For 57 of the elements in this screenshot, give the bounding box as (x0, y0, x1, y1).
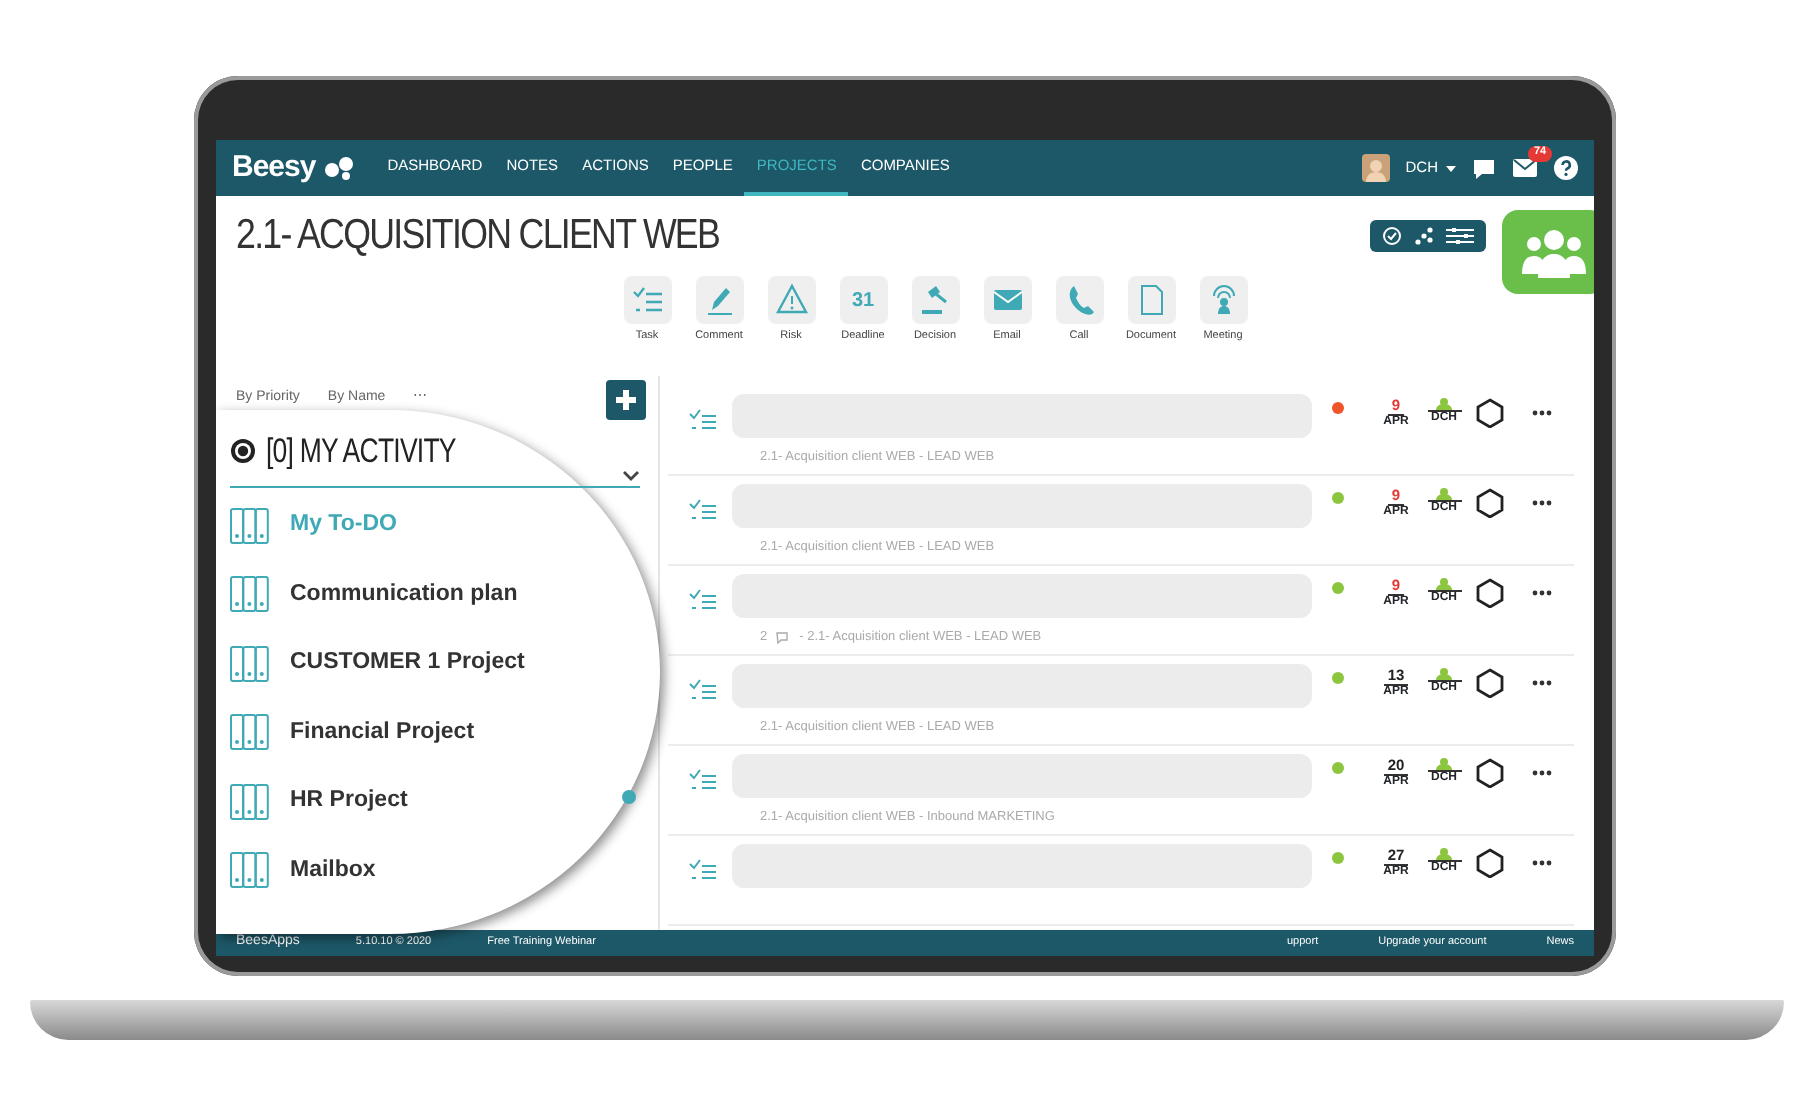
project-item[interactable]: Mailbox (230, 836, 640, 905)
checklist-icon (688, 586, 716, 610)
mail-icon[interactable] (1512, 158, 1538, 178)
more-icon[interactable] (1532, 410, 1552, 416)
more-icon[interactable] (1532, 500, 1552, 506)
activity-title: [0] MY ACTIVITY (266, 430, 456, 474)
checklist-icon (688, 856, 716, 880)
more-icon[interactable] (1532, 680, 1552, 686)
comments-icon (775, 631, 792, 644)
person-icon (1436, 668, 1452, 680)
project-item[interactable]: Financial Project (230, 698, 640, 767)
people-icon (1520, 226, 1588, 278)
hexagon-icon[interactable] (1476, 488, 1504, 518)
logo-text[interactable]: Beesy (232, 145, 316, 191)
binders-icon (230, 783, 270, 820)
hexagon-icon[interactable] (1476, 668, 1504, 698)
eye-icon (230, 438, 256, 465)
page-title: 2.1- ACQUISITION CLIENT WEB (236, 210, 720, 263)
binders-icon (230, 507, 270, 544)
checklist-icon (688, 676, 716, 700)
plus-icon (614, 388, 638, 412)
project-item[interactable]: HR Project (230, 767, 640, 836)
checklist-icon (688, 496, 716, 520)
person-icon (1436, 758, 1452, 770)
scatter-icon[interactable] (1414, 226, 1434, 246)
project-item[interactable]: CUSTOMER 1 Project (230, 629, 640, 698)
more-icon[interactable] (1532, 590, 1552, 596)
chevron-down-icon[interactable] (622, 469, 640, 482)
binders-icon (230, 576, 270, 613)
add-button[interactable] (606, 380, 646, 420)
avatar-icon (1361, 154, 1390, 182)
binders-icon (230, 852, 270, 889)
hexagon-icon[interactable] (1476, 578, 1504, 608)
person-icon (1436, 398, 1452, 410)
hexagon-icon[interactable] (1476, 758, 1504, 788)
status-dot-icon (622, 790, 636, 804)
gavel-icon (917, 282, 953, 318)
sliders-icon[interactable] (1446, 226, 1474, 246)
hexagon-icon[interactable] (1476, 848, 1504, 878)
person-icon (1436, 848, 1452, 860)
checklist-icon (688, 766, 716, 790)
more-icon[interactable] (1532, 860, 1552, 866)
caret-icon (1446, 165, 1456, 171)
help-icon[interactable] (1554, 156, 1578, 180)
more-icon[interactable] (1532, 770, 1552, 776)
person-icon (1436, 488, 1452, 500)
check-circle-icon[interactable] (1382, 226, 1402, 246)
chat-icon[interactable] (1472, 157, 1496, 179)
warning-icon (773, 282, 809, 318)
checklist-icon (688, 406, 716, 430)
binders-icon (230, 645, 270, 682)
person-icon (1436, 578, 1452, 590)
bee-logo-icon (323, 156, 356, 180)
binders-icon (230, 714, 270, 751)
hexagon-icon[interactable] (1476, 398, 1504, 428)
project-item[interactable]: Communication plan (230, 560, 640, 629)
calendar-number-icon: 31 (851, 285, 875, 315)
